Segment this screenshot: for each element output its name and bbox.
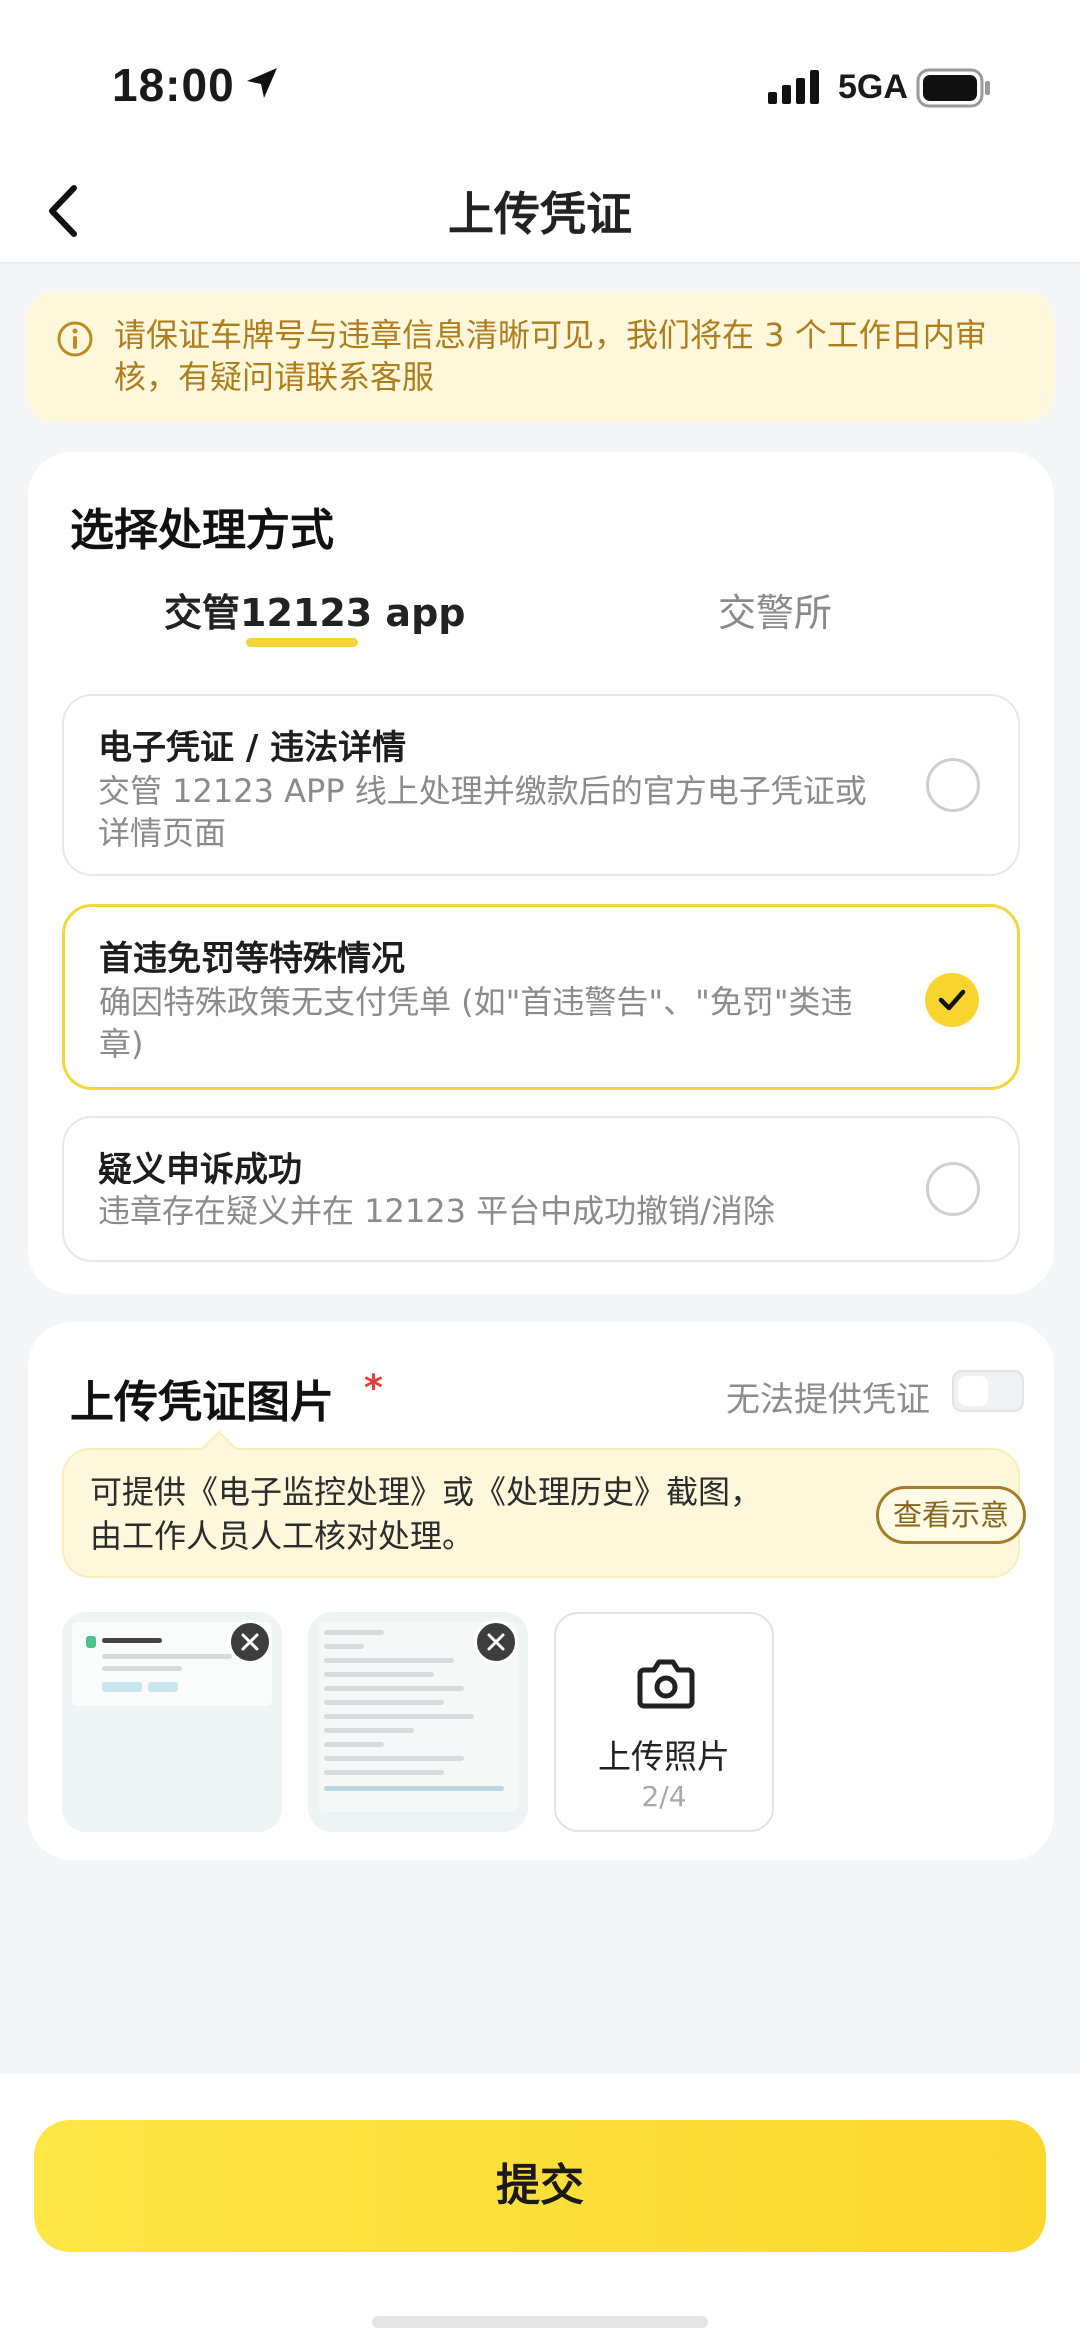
notice-banner: 请保证车牌号与违章信息清晰可见，我们将在 3 个工作日内审核，有疑问请联系客服 <box>26 292 1054 422</box>
uploaded-screenshot-1[interactable] <box>62 1612 282 1832</box>
upload-card: 上传凭证图片 * 无法提供凭证 可提供《电子监控处理》或《处理历史》截图，由工作… <box>28 1322 1054 1860</box>
upload-photo-button[interactable]: 上传照片 2/4 <box>554 1612 774 1832</box>
option-radio[interactable] <box>926 1162 980 1216</box>
notice-text: 请保证车牌号与违章信息清晰可见，我们将在 3 个工作日内审核，有疑问请联系客服 <box>114 316 987 396</box>
remove-image-button[interactable] <box>228 1620 272 1664</box>
option-first-violation[interactable]: 首违免罚等特殊情况 确因特殊政策无支付凭单 (如"首违警告"、"免罚"类违章) <box>62 904 1020 1090</box>
remove-image-button[interactable] <box>474 1620 518 1664</box>
option-description: 确因特殊政策无支付凭单 (如"首违警告"、"免罚"类违章) <box>99 983 853 1063</box>
bottom-bar: 提交 <box>0 2074 1080 2348</box>
upload-count: 2/4 <box>641 1780 687 1813</box>
option-title: 首违免罚等特殊情况 <box>99 939 405 979</box>
close-icon <box>241 1633 259 1651</box>
option-title: 电子凭证 / 违法详情 <box>98 728 407 768</box>
battery-icon <box>916 68 990 108</box>
tab-12123-app[interactable]: 交管12123 app <box>164 582 465 637</box>
active-tab-indicator <box>246 638 358 647</box>
info-circle-icon <box>57 321 93 357</box>
checkmark-icon <box>938 989 966 1011</box>
network-label: 5GA <box>838 68 908 106</box>
no-voucher-label: 无法提供凭证 <box>726 1380 930 1420</box>
hint-text: 可提供《电子监控处理》或《处理历史》截图，由工作人员人工核对处理。 <box>90 1473 763 1555</box>
tab-traffic-police[interactable]: 交警所 <box>718 582 832 637</box>
option-e-voucher[interactable]: 电子凭证 / 违法详情 交管 12123 APP 线上处理并缴款后的官方电子凭证… <box>62 694 1020 876</box>
signal-icon <box>768 70 819 104</box>
status-time: 18:00 <box>112 59 235 111</box>
upload-hint: 可提供《电子监控处理》或《处理历史》截图，由工作人员人工核对处理。 查看示意 <box>62 1448 1026 1578</box>
option-description: 交管 12123 APP 线上处理并缴款后的官方电子凭证或详情页面 <box>98 772 867 852</box>
camera-icon <box>637 1659 695 1709</box>
option-description: 违章存在疑义并在 12123 平台中成功撤销/消除 <box>98 1192 775 1230</box>
location-arrow-icon <box>247 68 277 98</box>
uploaded-screenshot-2[interactable] <box>308 1612 528 1832</box>
view-example-button[interactable]: 查看示意 <box>876 1486 1026 1544</box>
no-voucher-toggle[interactable] <box>952 1370 1024 1412</box>
upload-section-title: 上传凭证图片 <box>70 1377 334 1428</box>
option-radio[interactable] <box>926 758 980 812</box>
option-title: 疑义申诉成功 <box>98 1150 302 1190</box>
home-indicator <box>372 2316 708 2328</box>
upload-photo-label: 上传照片 <box>598 1737 730 1776</box>
nav-bar: 上传凭证 <box>0 160 1080 264</box>
close-icon <box>487 1633 505 1651</box>
required-mark: * <box>364 1368 383 1409</box>
option-appeal-success[interactable]: 疑义申诉成功 违章存在疑义并在 12123 平台中成功撤销/消除 <box>62 1116 1020 1262</box>
submit-button[interactable]: 提交 <box>34 2120 1046 2252</box>
method-card: 选择处理方式 交管12123 app 交警所 电子凭证 / 违法详情 交管 12… <box>28 452 1054 1294</box>
page-title: 上传凭证 <box>448 187 632 241</box>
option-radio-checked[interactable] <box>925 973 979 1027</box>
status-bar: 18:00 5GA <box>0 0 1080 175</box>
toggle-knob <box>958 1376 988 1406</box>
method-section-title: 选择处理方式 <box>70 505 334 556</box>
